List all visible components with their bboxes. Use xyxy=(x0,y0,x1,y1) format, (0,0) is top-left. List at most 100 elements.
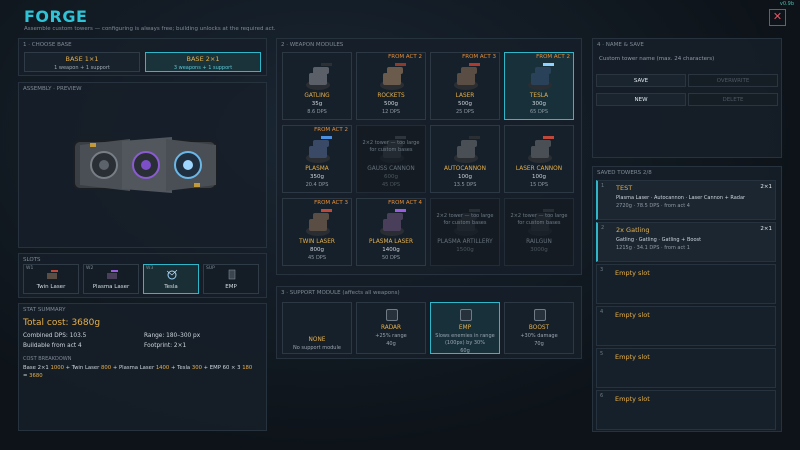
weapon-card-plasma[interactable]: FROM ACT 2 PLASMA 350g 20.4 DPS xyxy=(282,125,352,193)
support-desc: +30% damage xyxy=(520,333,558,339)
slot-sup[interactable]: SUP EMP xyxy=(203,264,259,294)
page-title: FORGE xyxy=(24,7,88,26)
support-none-card[interactable]: NONE No support module xyxy=(282,302,352,354)
support-desc: Slows enemies in range (100px) by 30% xyxy=(435,333,495,346)
saved-index: 4 xyxy=(600,309,604,315)
breakdown-value: 800 xyxy=(101,365,112,371)
size-warning: 2×2 tower — too large for custom bases xyxy=(510,213,568,226)
unlock-act-label: FROM ACT 2 xyxy=(536,54,570,60)
support-price: 60g xyxy=(460,348,470,354)
base-1x1-button[interactable]: BASE 1×1 1 weapon + 1 support xyxy=(24,52,140,72)
cost-breakdown-title: COST BREAKDOWN xyxy=(23,356,72,362)
weapon-turret-icon xyxy=(306,63,332,90)
weapon-name: GATLING xyxy=(304,93,330,99)
breakdown-text: + Tesla xyxy=(169,365,192,371)
support-desc: +25% range xyxy=(375,333,407,339)
panel-title: 2 · WEAPON MODULES xyxy=(281,42,344,48)
weapon-price: 300g xyxy=(532,101,546,107)
weapon-turret-icon xyxy=(528,136,554,163)
breakdown-value: 1400 xyxy=(155,365,170,371)
panel-title: 3 · SUPPORT MODULE (affects all weapons) xyxy=(281,290,400,296)
weapon-price: 500g xyxy=(384,101,398,107)
saved-stats: 1215g · 34.1 DPS · from act 1 xyxy=(616,245,690,251)
base-desc: 1 weapon + 1 support xyxy=(54,65,110,71)
support-boost-card[interactable]: BOOST +30% damage 70g xyxy=(504,302,574,354)
base-name: BASE 2×1 xyxy=(186,55,220,63)
support-emp-card[interactable]: EMP Slows enemies in range (100px) by 30… xyxy=(430,302,500,354)
weapon-price: 1500g xyxy=(456,247,474,253)
weapon-name: PLASMA ARTILLERY xyxy=(437,239,493,245)
weapon-name: RAILGUN xyxy=(526,239,552,245)
base-name: BASE 1×1 xyxy=(65,55,99,63)
breakdown-text: + EMP 60 × 3 xyxy=(201,365,243,371)
weapon-card-plasma-artillery[interactable]: 2×2 tower — too large for custom bases PL… xyxy=(430,198,500,266)
weapon-card-railgun[interactable]: 2×2 tower — too large for custom bases RA… xyxy=(504,198,574,266)
saved-stats: 2720g · 78.5 DPS · from act 4 xyxy=(616,203,690,209)
footprint: Footprint: 2×1 xyxy=(144,343,187,349)
panel-title: ASSEMBLY · PREVIEW xyxy=(23,86,82,92)
slot-w2[interactable]: W2 Plasma Laser xyxy=(83,264,139,294)
support-desc: No support module xyxy=(293,345,341,351)
weapon-name: GAUSS CANNON xyxy=(367,166,415,172)
overwrite-button[interactable]: OVERWRITE xyxy=(688,74,778,87)
saved-slot-3[interactable]: 3 Empty slot xyxy=(596,264,776,304)
weapon-name: TWIN LASER xyxy=(299,239,335,245)
weapon-price: 500g xyxy=(458,101,472,107)
panel-title: SAVED TOWERS 2/8 xyxy=(597,170,652,176)
weapon-dps: 12 DPS xyxy=(382,109,400,115)
weapon-name: LASER xyxy=(455,93,475,99)
base-2x1-button[interactable]: BASE 2×1 3 weapons + 1 support xyxy=(145,52,261,72)
delete-button[interactable]: DELETE xyxy=(688,93,778,106)
support-name: NONE xyxy=(308,337,326,343)
weapon-turret-icon xyxy=(380,63,406,90)
slot-tag: SUP xyxy=(206,266,215,271)
weapon-card-laser[interactable]: FROM ACT 3 LASER 500g 25 DPS xyxy=(430,52,500,120)
saved-slot-4[interactable]: 4 Empty slot xyxy=(596,306,776,346)
saved-tower-1[interactable]: 1 TEST 2×1 Plasma Laser · Autocannon · L… xyxy=(596,180,776,220)
weapon-dps: 8.6 DPS xyxy=(307,109,327,115)
plasma-laser-icon xyxy=(107,270,118,279)
close-button[interactable]: ✕ xyxy=(769,9,786,26)
unlock-act-label: FROM ACT 3 xyxy=(314,200,348,206)
weapon-turret-icon xyxy=(454,63,480,90)
slot-label: Plasma Laser xyxy=(92,284,130,290)
new-button[interactable]: NEW xyxy=(596,93,686,106)
weapon-card-twin-laser[interactable]: FROM ACT 3 TWIN LASER 800g 45 DPS xyxy=(282,198,352,266)
breakdown-text: + Twin Laser xyxy=(63,365,102,371)
save-button[interactable]: SAVE xyxy=(596,74,686,87)
weapon-card-rockets[interactable]: FROM ACT 2 ROCKETS 500g 12 DPS xyxy=(356,52,426,120)
weapon-card-plasma-laser[interactable]: FROM ACT 4 PLASMA LASER 1400g 50 DPS xyxy=(356,198,426,266)
support-radar-card[interactable]: RADAR +25% range 40g xyxy=(356,302,426,354)
saved-slot-6[interactable]: 6 Empty slot xyxy=(596,390,776,430)
weapon-card-gatling[interactable]: GATLING 35g 8.6 DPS xyxy=(282,52,352,120)
support-name: EMP xyxy=(458,325,472,331)
weapon-card-tesla[interactable]: FROM ACT 2 TESLA 300g 65 DPS xyxy=(504,52,574,120)
weapon-card-laser-cannon[interactable]: LASER CANNON 100g 15 DPS xyxy=(504,125,574,193)
weapon-turret-icon xyxy=(454,136,480,163)
panel-title: 4 · NAME & SAVE xyxy=(597,42,644,48)
panel-title: STAT SUMMARY xyxy=(23,307,66,313)
boost-icon xyxy=(534,309,546,321)
slot-tag: W3 xyxy=(146,266,154,271)
twin-laser-icon xyxy=(47,270,58,279)
slot-w3[interactable]: W3 Tesla xyxy=(143,264,199,294)
weapon-card-gauss-cannon[interactable]: 2×2 tower — too large for custom bases GA… xyxy=(356,125,426,193)
slot-w1[interactable]: W1 Twin Laser xyxy=(23,264,79,294)
weapon-card-autocannon[interactable]: AUTOCANNON 100g 13.5 DPS xyxy=(430,125,500,193)
saved-tower-2[interactable]: 2 2x Gatling 2×1 Gatling · Gatling · Gat… xyxy=(596,222,776,262)
tower-name-input[interactable]: Custom tower name (max. 24 characters) xyxy=(596,52,778,66)
support-name: BOOST xyxy=(528,325,550,331)
slot-label: Tesla xyxy=(164,284,178,290)
support-name: RADAR xyxy=(380,325,402,331)
weapon-price: 3000g xyxy=(530,247,548,253)
saved-index: 3 xyxy=(600,267,604,273)
breakdown-text: + Plasma Laser xyxy=(111,365,156,371)
weapon-dps: 25 DPS xyxy=(456,109,474,115)
slot-label: Twin Laser xyxy=(36,284,66,290)
page-subtitle: Assemble custom towers — configuring is … xyxy=(24,26,276,32)
support-price: 40g xyxy=(386,341,396,347)
weapon-price: 350g xyxy=(310,174,324,180)
saved-slot-5[interactable]: 5 Empty slot xyxy=(596,348,776,388)
emp-icon xyxy=(460,309,472,321)
saved-index: 1 xyxy=(601,183,605,189)
